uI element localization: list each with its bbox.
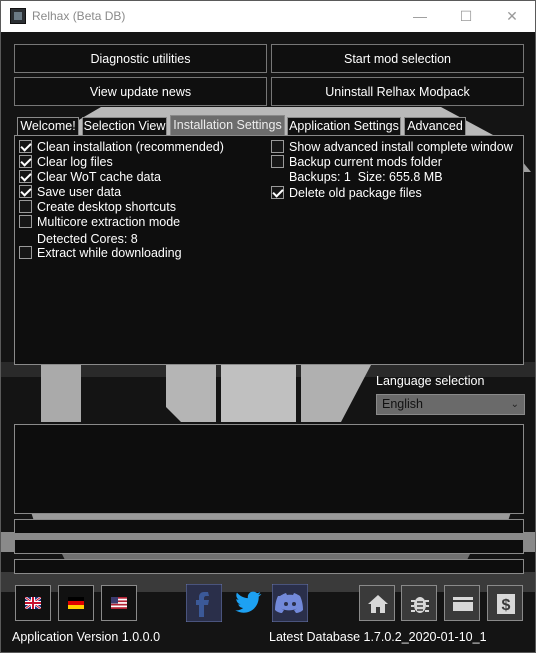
maximize-button[interactable]: ☐ [443, 1, 489, 32]
latest-database-text: Latest Database 1.7.0.2_2020-01-10_1 [269, 630, 487, 644]
report-bug-button[interactable] [401, 585, 437, 621]
tab-advanced[interactable]: Advanced [404, 117, 466, 135]
diagnostic-utilities-label: Diagnostic utilities [90, 51, 191, 66]
clear-wot-cache-label: Clear WoT cache data [37, 170, 161, 184]
delete-old-package-files-label: Delete old package files [289, 186, 422, 200]
twitter-button[interactable] [229, 584, 265, 622]
clear-log-files-checkbox[interactable] [19, 155, 32, 168]
tab-welcome[interactable]: Welcome! [17, 117, 79, 135]
app-icon [10, 8, 26, 24]
twitter-icon [235, 591, 262, 613]
diagnostic-utilities-button[interactable]: Diagnostic utilities [14, 44, 267, 73]
language-selection-label: Language selection [376, 374, 485, 388]
mail-icon [453, 597, 473, 611]
language-selected-value: English [382, 397, 423, 411]
svg-text:$: $ [502, 597, 511, 614]
email-button[interactable] [444, 585, 480, 621]
main-window: Relhax (Beta DB) — ☐ ✕ Diagnostic utilit… [0, 0, 536, 653]
facebook-button[interactable] [185, 583, 223, 623]
progress-bar-parent [14, 519, 524, 534]
extract-while-downloading-label: Extract while downloading [37, 246, 182, 260]
germany-flag-icon [68, 597, 84, 609]
minimize-button[interactable]: — [397, 1, 443, 32]
create-desktop-shortcuts-checkbox[interactable] [19, 200, 32, 213]
home-button[interactable] [359, 585, 395, 621]
title-bar[interactable]: Relhax (Beta DB) — ☐ ✕ [1, 1, 535, 32]
backup-mods-folder-label: Backup current mods folder [289, 155, 442, 169]
installation-settings-panel: Clean installation (recommended) Clear l… [14, 135, 524, 365]
tab-selection-view[interactable]: Selection View [82, 117, 167, 135]
donate-button[interactable]: $ [487, 585, 523, 621]
progress-bar-total [14, 559, 524, 574]
discord-icon [271, 583, 309, 623]
detected-cores-text: Detected Cores: 8 [37, 232, 138, 246]
start-mod-selection-label: Start mod selection [344, 51, 451, 66]
extract-while-downloading-checkbox[interactable] [19, 246, 32, 259]
bug-icon [411, 597, 429, 613]
clean-installation-label: Clean installation (recommended) [37, 140, 224, 154]
donate-icon: $ [497, 594, 515, 614]
uninstall-modpack-label: Uninstall Relhax Modpack [325, 84, 470, 99]
save-user-data-checkbox[interactable] [19, 185, 32, 198]
show-advanced-window-label: Show advanced install complete window [289, 140, 513, 154]
install-log-box[interactable] [14, 424, 524, 514]
start-mod-selection-button[interactable]: Start mod selection [271, 44, 524, 73]
window-title: Relhax (Beta DB) [32, 9, 126, 23]
clear-wot-cache-checkbox[interactable] [19, 170, 32, 183]
view-update-news-label: View update news [89, 84, 192, 99]
germany-flag-button[interactable] [58, 585, 94, 621]
multicore-extraction-checkbox[interactable] [19, 215, 32, 228]
home-icon [368, 595, 388, 613]
tab-application-settings[interactable]: Application Settings [287, 117, 401, 135]
uk-flag-icon [25, 597, 41, 609]
clear-log-files-label: Clear log files [37, 155, 113, 169]
usa-flag-icon [111, 597, 127, 609]
create-desktop-shortcuts-label: Create desktop shortcuts [37, 200, 176, 214]
chevron-down-icon: ⌄ [510, 399, 519, 410]
progress-bar-child [14, 539, 524, 554]
multicore-extraction-label: Multicore extraction mode [37, 215, 181, 229]
close-button[interactable]: ✕ [489, 1, 535, 32]
discord-button[interactable] [271, 583, 309, 623]
usa-flag-button[interactable] [101, 585, 137, 621]
backup-mods-folder-checkbox[interactable] [271, 155, 284, 168]
clean-installation-checkbox[interactable] [19, 140, 32, 153]
language-select[interactable]: English ⌄ [376, 394, 525, 415]
backups-info-text: Backups: 1 Size: 655.8 MB [289, 170, 443, 184]
tab-installation-settings[interactable]: Installation Settings [170, 115, 285, 136]
view-update-news-button[interactable]: View update news [14, 77, 267, 106]
show-advanced-window-checkbox[interactable] [271, 140, 284, 153]
application-version-text: Application Version 1.0.0.0 [12, 630, 161, 644]
delete-old-package-files-checkbox[interactable] [271, 186, 284, 199]
uninstall-modpack-button[interactable]: Uninstall Relhax Modpack [271, 77, 524, 106]
facebook-icon [185, 583, 223, 623]
save-user-data-label: Save user data [37, 185, 122, 199]
uk-flag-button[interactable] [15, 585, 51, 621]
